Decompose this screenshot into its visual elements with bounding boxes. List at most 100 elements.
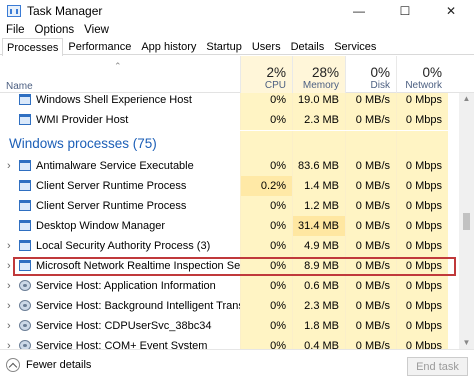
cpu-total: 2% [266, 65, 286, 80]
memory-filler [292, 131, 345, 157]
table-row[interactable]: › Microsoft Network Realtime Inspection … [0, 256, 459, 276]
minimize-button[interactable]: — [336, 0, 382, 22]
table-row[interactable]: WMI Provider Host 0% 2.3 MB 0 MB/s 0 Mbp… [0, 110, 459, 130]
disk-value: 0 MB/s [345, 256, 396, 276]
disk-value: 0 MB/s [345, 216, 396, 236]
sort-up-icon[interactable]: ⌃ [114, 61, 122, 72]
menu-options[interactable]: Options [35, 24, 75, 36]
memory-label: Memory [302, 80, 339, 91]
network-value: 0 Mbps [396, 196, 448, 216]
process-icon [19, 94, 31, 105]
disk-value: 0 MB/s [345, 93, 396, 110]
scroll-up-icon[interactable]: ▲ [459, 93, 474, 105]
table-row[interactable]: › Service Host: Application Information … [0, 276, 459, 296]
tab-details[interactable]: Details [286, 38, 330, 55]
tab-performance[interactable]: Performance [63, 38, 136, 55]
expand-chevron-icon[interactable]: › [7, 276, 11, 296]
end-task-button[interactable]: End task [407, 357, 468, 376]
maximize-button[interactable]: ☐ [382, 0, 428, 22]
column-header: ⌃ Name 2% CPU 28% Memory 0% Disk 0% Netw… [0, 56, 474, 93]
cpu-value: 0% [240, 216, 292, 236]
memory-column-header[interactable]: 28% Memory [292, 56, 345, 93]
cpu-value: 0% [240, 110, 292, 130]
disk-value: 0 MB/s [345, 156, 396, 176]
process-name: Windows Shell Experience Host [36, 94, 192, 106]
process-name: Desktop Window Manager [36, 220, 166, 232]
process-icon [19, 114, 31, 125]
tab-startup[interactable]: Startup [201, 38, 246, 55]
disk-value: 0 MB/s [345, 110, 396, 130]
process-icon [19, 200, 31, 211]
memory-value: 8.9 MB [292, 256, 345, 276]
vertical-scrollbar[interactable]: ▲ ▼ [459, 93, 474, 349]
fewer-details-label: Fewer details [26, 359, 92, 371]
title-bar: Task Manager — ☐ ✕ [0, 0, 474, 22]
tab-users[interactable]: Users [247, 38, 286, 55]
disk-value: 0 MB/s [345, 176, 396, 196]
menu-view[interactable]: View [84, 24, 109, 36]
table-row[interactable]: › Service Host: Background Intelligent T… [0, 296, 459, 316]
memory-value: 1.8 MB [292, 316, 345, 336]
expand-chevron-icon[interactable]: › [7, 316, 11, 336]
table-row[interactable]: › Service Host: COM+ Event System 0% 0.4… [0, 336, 459, 349]
memory-value: 19.0 MB [292, 93, 345, 110]
tab-processes[interactable]: Processes [2, 38, 64, 56]
cpu-filler [240, 131, 292, 157]
table-row[interactable]: Desktop Window Manager 0% 31.4 MB 0 MB/s… [0, 216, 459, 236]
table-row[interactable]: Client Server Runtime Process 0% 1.2 MB … [0, 196, 459, 216]
table-row[interactable]: › Local Security Authority Process (3) 0… [0, 236, 459, 256]
network-value: 0 Mbps [396, 216, 448, 236]
expand-chevron-icon[interactable]: › [7, 336, 11, 349]
close-button[interactable]: ✕ [428, 0, 474, 22]
expand-chevron-icon[interactable]: › [7, 156, 11, 176]
table-row[interactable]: › Service Host: CDPUserSvc_38bc34 0% 1.8… [0, 316, 459, 336]
disk-value: 0 MB/s [345, 196, 396, 216]
expand-chevron-icon[interactable]: › [7, 256, 11, 276]
network-value: 0 Mbps [396, 276, 448, 296]
cpu-value: 0% [240, 276, 292, 296]
memory-total: 28% [311, 65, 339, 80]
menu-file[interactable]: File [6, 24, 25, 36]
disk-value: 0 MB/s [345, 236, 396, 256]
memory-value: 2.3 MB [292, 110, 345, 130]
process-icon [19, 180, 31, 191]
network-value: 0 Mbps [396, 316, 448, 336]
windows-processes-group-title: Windows processes (75) [9, 136, 157, 151]
table-row[interactable]: Windows Shell Experience Host 0% 19.0 MB… [0, 93, 459, 110]
scroll-thumb[interactable] [463, 213, 470, 230]
disk-value: 0 MB/s [345, 336, 396, 349]
expand-chevron-icon[interactable]: › [7, 236, 11, 256]
cpu-label: CPU [264, 80, 286, 91]
memory-value: 2.3 MB [292, 296, 345, 316]
process-name: Service Host: CDPUserSvc_38bc34 [36, 320, 212, 332]
memory-value: 31.4 MB [292, 216, 345, 236]
fewer-details-button[interactable]: Fewer details [6, 358, 91, 372]
network-value: 0 Mbps [396, 176, 448, 196]
disk-value: 0 MB/s [345, 276, 396, 296]
network-value: 0 Mbps [396, 296, 448, 316]
table-row[interactable]: › Antimalware Service Executable 0% 83.6… [0, 156, 459, 176]
footer: Fewer details End task [0, 349, 474, 382]
tab-services[interactable]: Services [329, 38, 381, 55]
network-column-header[interactable]: 0% Network [396, 56, 448, 93]
scroll-down-icon[interactable]: ▼ [459, 337, 474, 349]
cpu-column-header[interactable]: 2% CPU [240, 56, 292, 93]
name-column-header[interactable]: Name [6, 81, 33, 92]
tab-app-history[interactable]: App history [136, 38, 201, 55]
process-name: Service Host: Application Information [36, 280, 216, 292]
memory-value: 1.2 MB [292, 196, 345, 216]
process-icon [19, 260, 31, 271]
disk-column-header[interactable]: 0% Disk [345, 56, 396, 93]
process-name: Antimalware Service Executable [36, 160, 194, 172]
task-manager-icon [7, 5, 21, 17]
memory-value: 0.4 MB [292, 336, 345, 349]
network-value: 0 Mbps [396, 336, 448, 349]
disk-value: 0 MB/s [345, 316, 396, 336]
network-value: 0 Mbps [396, 110, 448, 130]
gear-icon [19, 340, 31, 349]
disk-total: 0% [370, 65, 390, 80]
expand-chevron-icon[interactable]: › [7, 296, 11, 316]
cpu-value: 0% [240, 336, 292, 349]
network-value: 0 Mbps [396, 156, 448, 176]
table-row[interactable]: Client Server Runtime Process 0.2% 1.4 M… [0, 176, 459, 196]
